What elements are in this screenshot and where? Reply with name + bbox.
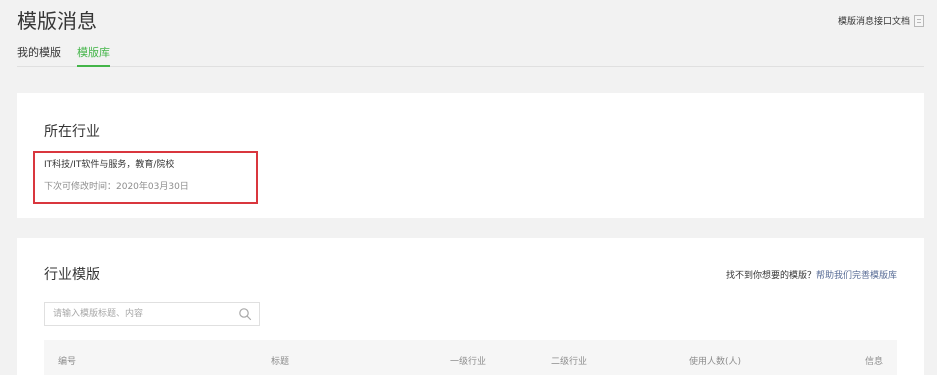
industry-value: IT科技/IT软件与服务，教育/院校 [44, 160, 175, 170]
industry-card: 所在行业 IT科技/IT软件与服务，教育/院校 下次可修改时间：2020年03月… [17, 93, 924, 218]
help-prefix: 找不到你想要的模版？ [725, 271, 816, 281]
next-change-time: 下次可修改时间：2020年03月30日 [44, 182, 189, 192]
column-header-users: 使用人数(人) [689, 357, 742, 367]
column-header-secondary-industry: 二级行业 [551, 357, 588, 367]
tab-template-library[interactable]: 模版库 [77, 44, 110, 67]
industry-title: 所在行业 [44, 124, 100, 140]
tab-my-templates[interactable]: 我的模版 [17, 44, 61, 65]
page-title: 模版消息 [17, 9, 97, 33]
api-doc-link[interactable]: 模版消息接口文档 [838, 14, 924, 27]
search-icon[interactable] [238, 307, 252, 321]
table-header: 编号 标题 一级行业 二级行业 使用人数(人) 信息 [44, 340, 897, 375]
help-improve-link[interactable]: 帮助我们完善模版库 [816, 271, 897, 281]
column-header-id: 编号 [58, 357, 77, 367]
column-header-primary-industry: 一级行业 [450, 357, 487, 367]
doc-link-label: 模版消息接口文档 [837, 17, 910, 27]
help-text: 找不到你想要的模版？帮助我们完善模版库 [726, 268, 897, 281]
document-icon [914, 14, 924, 27]
industry-templates-card: 行业模版 找不到你想要的模版？帮助我们完善模版库 编号 标题 一级行业 二级行业… [17, 238, 924, 375]
search-input[interactable] [45, 303, 235, 325]
column-header-title: 标题 [271, 357, 290, 367]
tab-bar: 我的模版 模版库 [17, 44, 924, 67]
search-box [44, 302, 260, 326]
column-header-info: 信息 [864, 357, 883, 367]
templates-title: 行业模版 [44, 267, 100, 283]
